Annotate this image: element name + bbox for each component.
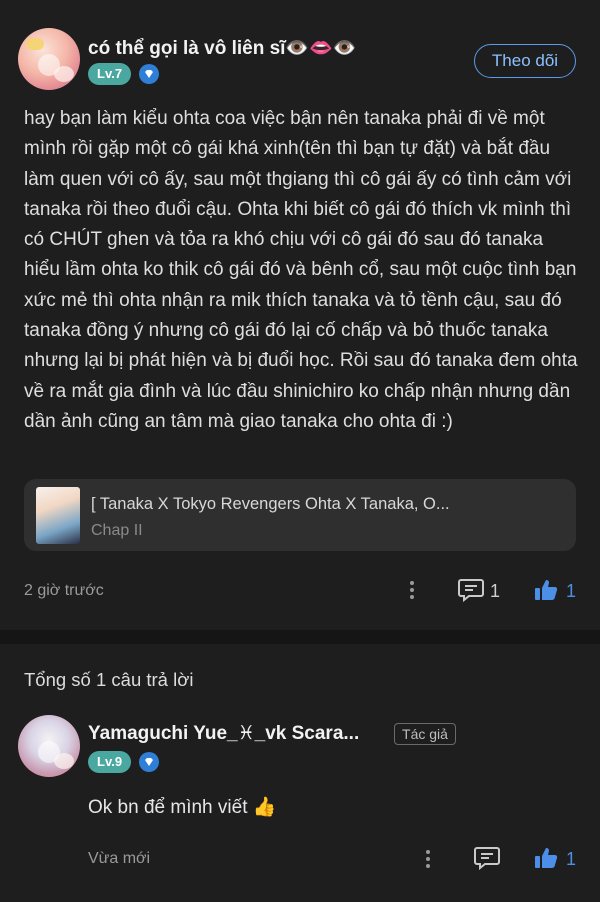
comment-icon[interactable] <box>474 846 500 870</box>
reply-timestamp: Vừa mới <box>88 850 151 867</box>
post: có thể gọi là vô liên sĩ👁️👄👁️ Lv.7 Theo … <box>0 0 600 615</box>
reply-author-name[interactable]: Yamaguchi Yue_♓_vk Scara... <box>88 722 359 745</box>
comment-icon[interactable] <box>458 578 484 602</box>
post-author-badges: Lv.7 <box>88 63 160 85</box>
more-options-icon[interactable] <box>409 579 415 601</box>
reply-body: Ok bn để mình viết 👍 <box>88 797 277 818</box>
like-count: 1 <box>566 581 577 601</box>
story-cover-thumbnail <box>36 487 80 544</box>
like-count: 1 <box>566 849 577 869</box>
author-tag-badge: Tác giả <box>394 723 456 745</box>
thumbs-up-icon[interactable] <box>534 578 558 602</box>
post-author-name[interactable]: có thể gọi là vô liên sĩ👁️👄👁️ <box>88 36 356 60</box>
diamond-icon <box>139 64 160 84</box>
section-divider <box>0 630 600 644</box>
thumbs-up-icon[interactable] <box>534 846 558 870</box>
avatar-decoration <box>54 66 74 82</box>
avatar[interactable] <box>18 715 80 777</box>
avatar-decoration <box>54 753 74 769</box>
avatar-decoration <box>26 38 44 50</box>
level-badge: Lv.7 <box>88 63 132 85</box>
story-title: [ Tanaka X Tokyo Revengers Ohta X Tanaka… <box>91 495 450 513</box>
post-timestamp: 2 giờ trước <box>24 582 104 599</box>
avatar[interactable] <box>18 28 80 90</box>
post-body: hay bạn làm kiểu ohta coa việc bận nên t… <box>24 108 578 432</box>
follow-button[interactable]: Theo dõi <box>474 44 576 78</box>
more-options-icon[interactable] <box>425 848 431 870</box>
story-link-card[interactable]: [ Tanaka X Tokyo Revengers Ohta X Tanaka… <box>24 479 576 551</box>
comment-count: 1 <box>490 581 501 601</box>
level-badge: Lv.9 <box>88 751 132 773</box>
story-chapter: Chap II <box>91 522 143 539</box>
reply-author-badges: Lv.9 <box>88 751 160 773</box>
replies-total-label: Tổng số 1 câu trả lời <box>24 669 194 690</box>
diamond-icon <box>139 752 160 772</box>
